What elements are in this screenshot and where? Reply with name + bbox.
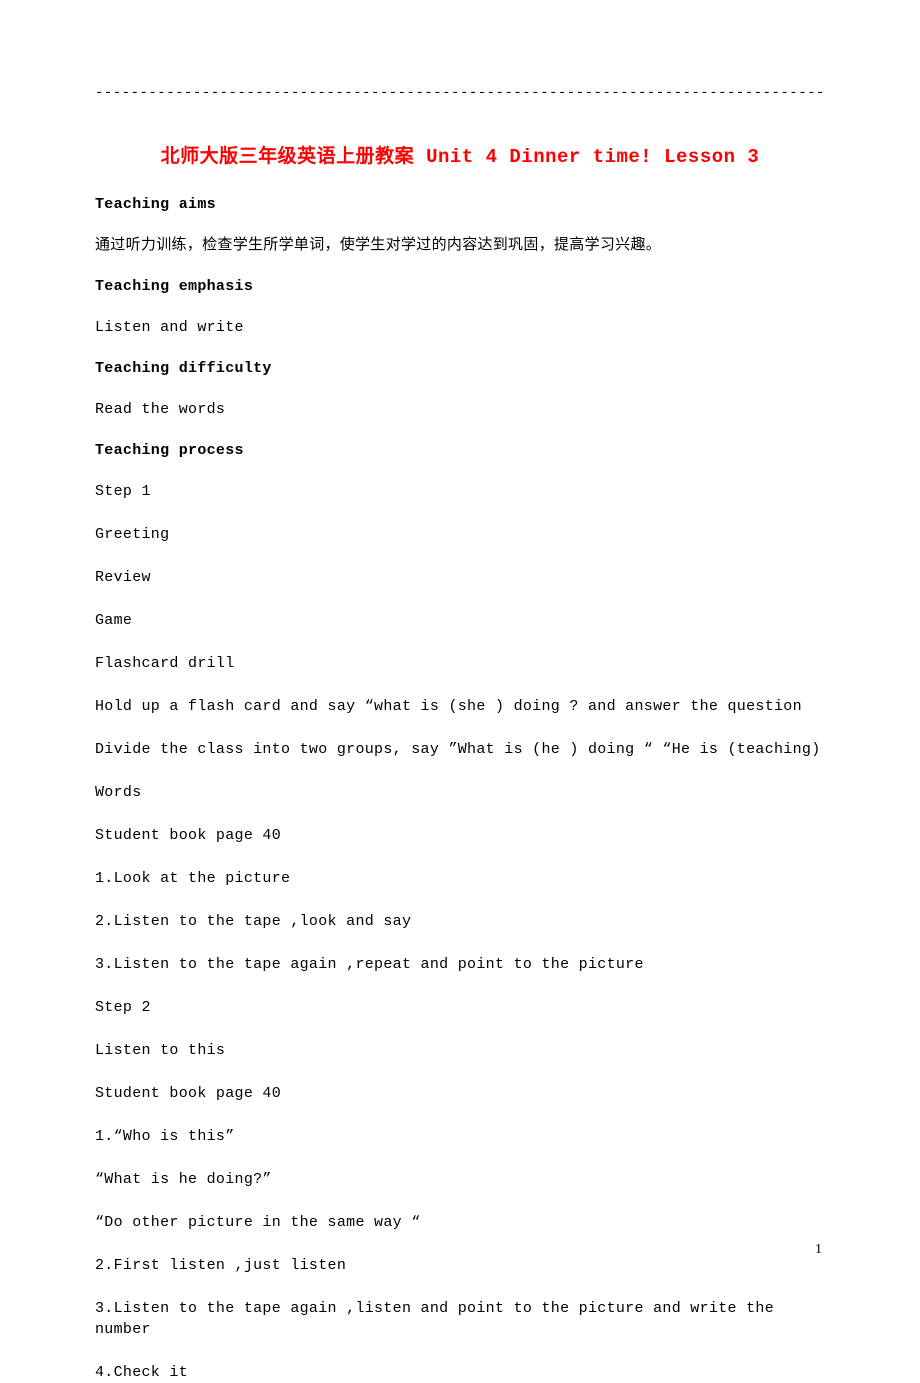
process-line: Review bbox=[95, 567, 825, 588]
process-line: 3.Listen to the tape again ,repeat and p… bbox=[95, 954, 825, 975]
horizontal-rule: ----------------------------------------… bbox=[95, 85, 825, 101]
process-line: Student book page 40 bbox=[95, 1083, 825, 1104]
teaching-process-heading: Teaching process bbox=[95, 442, 825, 459]
process-line: Step 2 bbox=[95, 997, 825, 1018]
process-line: Words bbox=[95, 782, 825, 803]
process-line: 1.“Who is this” bbox=[95, 1126, 825, 1147]
teaching-aims-heading: Teaching aims bbox=[95, 196, 825, 213]
teaching-emphasis-heading: Teaching emphasis bbox=[95, 278, 825, 295]
process-line: Listen to this bbox=[95, 1040, 825, 1061]
process-line: Hold up a flash card and say “what is (s… bbox=[95, 696, 825, 717]
process-line: Student book page 40 bbox=[95, 825, 825, 846]
teaching-difficulty-heading: Teaching difficulty bbox=[95, 360, 825, 377]
process-line: Game bbox=[95, 610, 825, 631]
process-line: 2.Listen to the tape ,look and say bbox=[95, 911, 825, 932]
teaching-aims-text: 通过听力训练，检查学生所学单词，使学生对学过的内容达到巩固，提高学习兴趣。 bbox=[95, 235, 825, 256]
process-line: “What is he doing?” bbox=[95, 1169, 825, 1190]
teaching-emphasis-text: Listen and write bbox=[95, 317, 825, 338]
process-line: 2.First listen ,just listen bbox=[95, 1255, 825, 1276]
process-line: 1.Look at the picture bbox=[95, 868, 825, 889]
process-line: Divide the class into two groups, say ”W… bbox=[95, 739, 825, 760]
process-line: Flashcard drill bbox=[95, 653, 825, 674]
process-line: 4.Check it bbox=[95, 1362, 825, 1383]
process-line: “Do other picture in the same way “ bbox=[95, 1212, 825, 1233]
teaching-difficulty-text: Read the words bbox=[95, 399, 825, 420]
document-page: ----------------------------------------… bbox=[0, 0, 920, 1383]
document-title: 北师大版三年级英语上册教案 Unit 4 Dinner time! Lesson… bbox=[95, 141, 825, 168]
process-line: Greeting bbox=[95, 524, 825, 545]
page-number: 1 bbox=[815, 1242, 822, 1258]
process-line: Step 1 bbox=[95, 481, 825, 502]
rule-dashes: ----------------------------------------… bbox=[95, 85, 825, 101]
process-line: 3.Listen to the tape again ,listen and p… bbox=[95, 1298, 825, 1340]
